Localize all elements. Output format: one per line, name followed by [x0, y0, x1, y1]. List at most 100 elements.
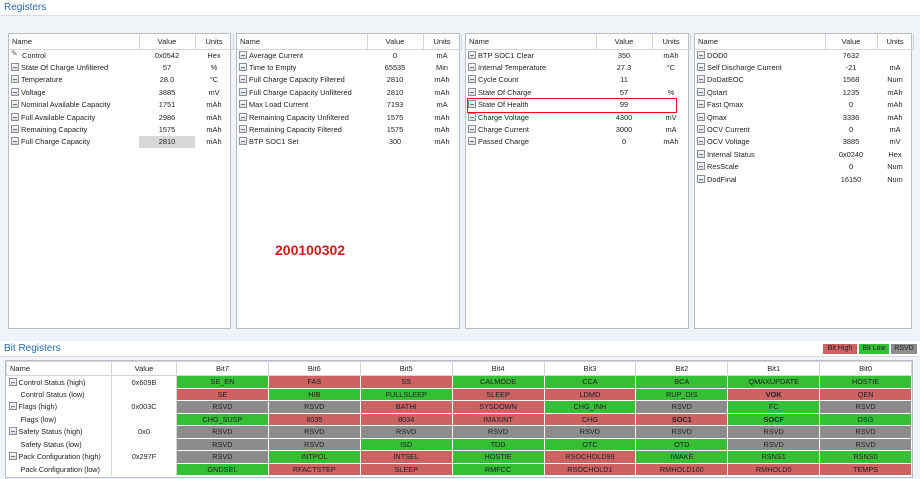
bit-col-header[interactable]: Bit3 — [543, 361, 637, 376]
bit-register-row[interactable]: Pack Configuration (high) 0x297F RSVD INTPO… — [6, 450, 912, 464]
register-icon[interactable] — [468, 112, 476, 121]
register-icon[interactable] — [697, 63, 705, 72]
register-row[interactable]: Control 0x0542 Hex — [9, 49, 233, 61]
register-row[interactable]: OCV Voltage 3885 mV — [695, 136, 913, 148]
register-row[interactable]: Temperature 28.0 °C — [9, 74, 233, 86]
col-header-units[interactable]: Units — [877, 34, 914, 50]
col-header-units[interactable]: Units — [652, 34, 691, 50]
register-icon[interactable] — [11, 63, 19, 72]
register-row[interactable]: Cycle Count 11 — [466, 74, 690, 86]
register-row[interactable]: State Of Charge Unfiltered 57% — [9, 61, 233, 73]
col-header-name[interactable]: Name — [466, 34, 597, 50]
col-header-value[interactable]: Value — [367, 34, 424, 50]
register-row[interactable]: Voltage 3885 mV — [9, 86, 233, 98]
register-row[interactable]: Nominal Available Capacity 1751 mAh — [9, 99, 233, 111]
register-icon[interactable] — [8, 427, 17, 436]
register-row[interactable]: Internal Temperature 27.3 °C — [466, 61, 690, 73]
bit-register-row[interactable]: Control Status (high) 0x609B SE_EN FAS SS CAL… — [6, 375, 912, 389]
register-row[interactable]: Max Load Current 7193 mA — [237, 99, 461, 111]
col-header-name[interactable]: Name — [695, 34, 826, 50]
register-row[interactable]: Qmax 3336 mAh — [695, 111, 913, 123]
register-icon[interactable] — [239, 63, 247, 72]
bit-col-header[interactable]: Bit2 — [635, 361, 729, 376]
register-icon[interactable] — [11, 125, 19, 134]
register-icon[interactable] — [239, 50, 247, 59]
col-header-value[interactable]: Value — [139, 34, 196, 50]
register-row[interactable]: OCV Current 0 mA — [695, 123, 913, 135]
bit-register-row[interactable]: Flags (high) 0x003C RSVD RSVD BATHI SYSDOWN CH… — [6, 400, 912, 414]
col-header-value[interactable]: Value — [596, 34, 653, 50]
register-row[interactable]: State Of Charge 57% — [466, 86, 690, 98]
register-icon[interactable] — [8, 402, 17, 411]
register-icon[interactable] — [697, 112, 705, 121]
register-row[interactable]: State Of Health 99 — [466, 99, 690, 111]
register-row[interactable]: ResScale 0 Num — [695, 161, 913, 173]
register-row[interactable]: Charge Current 3000 mA — [466, 123, 690, 135]
register-icon[interactable] — [11, 137, 19, 146]
register-row[interactable]: Internal Status 0x0240 Hex — [695, 148, 913, 160]
bit-col-header-value[interactable]: Value — [111, 361, 177, 376]
register-icon[interactable] — [239, 112, 247, 121]
register-icon[interactable] — [468, 63, 476, 72]
register-icon[interactable] — [8, 377, 17, 386]
bit-col-header[interactable]: Bit6 — [267, 361, 361, 376]
register-icon[interactable] — [468, 50, 476, 59]
register-icon[interactable] — [697, 87, 705, 96]
register-icon[interactable] — [697, 100, 705, 109]
register-icon[interactable] — [697, 50, 705, 59]
register-row[interactable]: BTP SOC1 Set 300 mAh — [237, 136, 461, 148]
register-icon[interactable] — [697, 125, 705, 134]
register-row[interactable]: DoDatEOC 1568 Num — [695, 74, 913, 86]
col-header-name[interactable]: Name — [9, 34, 140, 50]
bit-register-row[interactable]: Safety Status (high) 0x0 RSVD RSVD RSVD RSVD R… — [6, 425, 912, 439]
register-icon[interactable] — [697, 162, 705, 171]
register-row[interactable]: Self Discharge Current -21 mA — [695, 61, 913, 73]
bit-col-header[interactable]: Bit4 — [451, 361, 545, 376]
register-icon[interactable] — [239, 75, 247, 84]
register-icon[interactable] — [11, 87, 19, 96]
bit-register-row[interactable]: Flags (low) CHG_SUSP 8035 8034 IMAXINT CHG SOC… — [6, 412, 912, 426]
register-icon[interactable] — [239, 125, 247, 134]
register-row[interactable]: Full Available Capacity 2986 mAh — [9, 111, 233, 123]
col-header-units[interactable]: Units — [423, 34, 462, 50]
register-row[interactable]: BTP SOC1 Clear 350 mAh — [466, 49, 690, 61]
register-row[interactable]: Charge Voltage 4300 mV — [466, 111, 690, 123]
register-icon[interactable] — [468, 75, 476, 84]
register-row[interactable]: DodFinal 16150 Num — [695, 173, 913, 185]
register-row[interactable]: Time to Empty 65535 Min — [237, 61, 461, 73]
register-icon[interactable] — [697, 137, 705, 146]
register-icon[interactable] — [11, 112, 19, 121]
bit-register-row[interactable]: Safety Status (low) RSVD RSVD ISD TDD OTC OTD R… — [6, 437, 912, 451]
register-icon[interactable] — [697, 75, 705, 84]
col-header-value[interactable]: Value — [825, 34, 878, 50]
register-icon[interactable] — [468, 137, 476, 146]
register-icon[interactable] — [468, 87, 476, 96]
register-icon[interactable] — [11, 75, 19, 84]
bit-col-header[interactable]: Bit7 — [176, 361, 269, 376]
register-icon[interactable] — [239, 100, 247, 109]
register-icon[interactable] — [239, 137, 247, 146]
bit-register-row[interactable]: Control Status (low) SE HIB FULLSLEEP SLEEP L… — [6, 387, 912, 401]
register-row[interactable]: Fast Qmax 0 mAh — [695, 99, 913, 111]
bit-col-header[interactable]: Bit1 — [727, 361, 821, 376]
register-row[interactable]: Qstart 1235 mAh — [695, 86, 913, 98]
register-row[interactable]: Full Charge Capacity 2810 mAh — [9, 135, 233, 149]
register-row[interactable]: Remaining Capacity Unfiltered 1575 mAh — [237, 111, 461, 123]
register-icon[interactable] — [697, 149, 705, 158]
edit-icon[interactable] — [11, 49, 20, 59]
register-icon[interactable] — [11, 100, 19, 109]
bit-col-header-name[interactable]: Name — [6, 361, 112, 376]
register-row[interactable]: Passed Charge 0 mAh — [466, 136, 690, 148]
register-row[interactable]: DOD0 7632 — [695, 49, 913, 61]
register-row[interactable]: Remaining Capacity 1575 mAh — [9, 123, 233, 135]
bit-register-row[interactable]: Pack Configuration (low) GNDSEL RFACTSTEP S… — [6, 462, 912, 476]
col-header-units[interactable]: Units — [195, 34, 234, 50]
register-row[interactable]: Full Charge Capacity Unfiltered 2810 mAh — [237, 86, 461, 98]
register-row[interactable]: Full Charge Capacity Filtered 2810 mAh — [237, 74, 461, 86]
col-header-name[interactable]: Name — [237, 34, 368, 50]
register-icon[interactable] — [468, 125, 476, 134]
register-icon[interactable] — [697, 174, 705, 183]
register-icon[interactable] — [8, 452, 17, 461]
register-row[interactable]: Remaining Capacity Filtered 1575 mAh — [237, 123, 461, 135]
bit-col-header[interactable]: Bit5 — [359, 361, 453, 376]
